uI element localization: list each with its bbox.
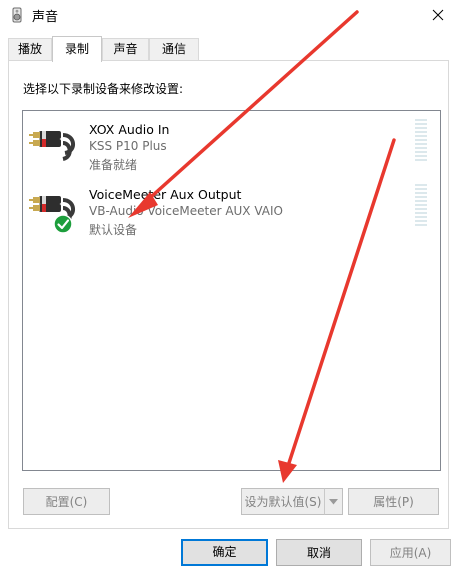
level-meter bbox=[415, 119, 427, 165]
rca-cable-icon bbox=[29, 196, 75, 234]
device-list[interactable]: XOX Audio In KSS P10 Plus 准备就绪 VoiceMeet… bbox=[22, 110, 441, 471]
set-default-button[interactable]: 设为默认值(S) bbox=[241, 488, 325, 515]
apply-button[interactable]: 应用(A) bbox=[370, 539, 451, 566]
tab-playback[interactable]: 播放 bbox=[8, 38, 52, 60]
level-meter bbox=[415, 184, 427, 230]
device-status: 默认设备 bbox=[89, 223, 138, 237]
device-name: XOX Audio In bbox=[89, 122, 170, 137]
close-button[interactable] bbox=[420, 0, 456, 30]
cancel-button[interactable]: 取消 bbox=[276, 539, 362, 566]
device-status: 准备就绪 bbox=[89, 158, 138, 172]
device-subtitle: KSS P10 Plus bbox=[89, 139, 167, 153]
device-subtitle: VB-Audio VoiceMeeter AUX VAIO bbox=[89, 204, 283, 218]
device-name: VoiceMeeter Aux Output bbox=[89, 187, 242, 202]
list-item-xox-audio-in[interactable]: XOX Audio In KSS P10 Plus 准备就绪 bbox=[23, 113, 440, 177]
list-item-voicemeeter-aux-output[interactable]: VoiceMeeter Aux Output VB-Audio VoiceMee… bbox=[23, 178, 440, 242]
ok-button[interactable]: 确定 bbox=[181, 539, 268, 566]
title-bar: 声音 bbox=[0, 0, 456, 30]
tab-communications[interactable]: 通信 bbox=[149, 38, 199, 60]
set-default-dropdown[interactable] bbox=[324, 488, 343, 515]
tab-recording[interactable]: 录制 bbox=[52, 36, 102, 62]
properties-button[interactable]: 属性(P) bbox=[348, 488, 439, 515]
default-check-icon bbox=[53, 214, 73, 234]
configure-button[interactable]: 配置(C) bbox=[23, 488, 110, 515]
tab-sounds[interactable]: 声音 bbox=[102, 38, 149, 60]
window-title: 声音 bbox=[32, 10, 59, 25]
chevron-down-icon bbox=[329, 499, 338, 505]
rca-cable-icon bbox=[29, 131, 75, 161]
speaker-icon bbox=[12, 7, 22, 23]
close-icon bbox=[432, 9, 444, 21]
instruction-label: 选择以下录制设备来修改设置: bbox=[23, 82, 184, 96]
